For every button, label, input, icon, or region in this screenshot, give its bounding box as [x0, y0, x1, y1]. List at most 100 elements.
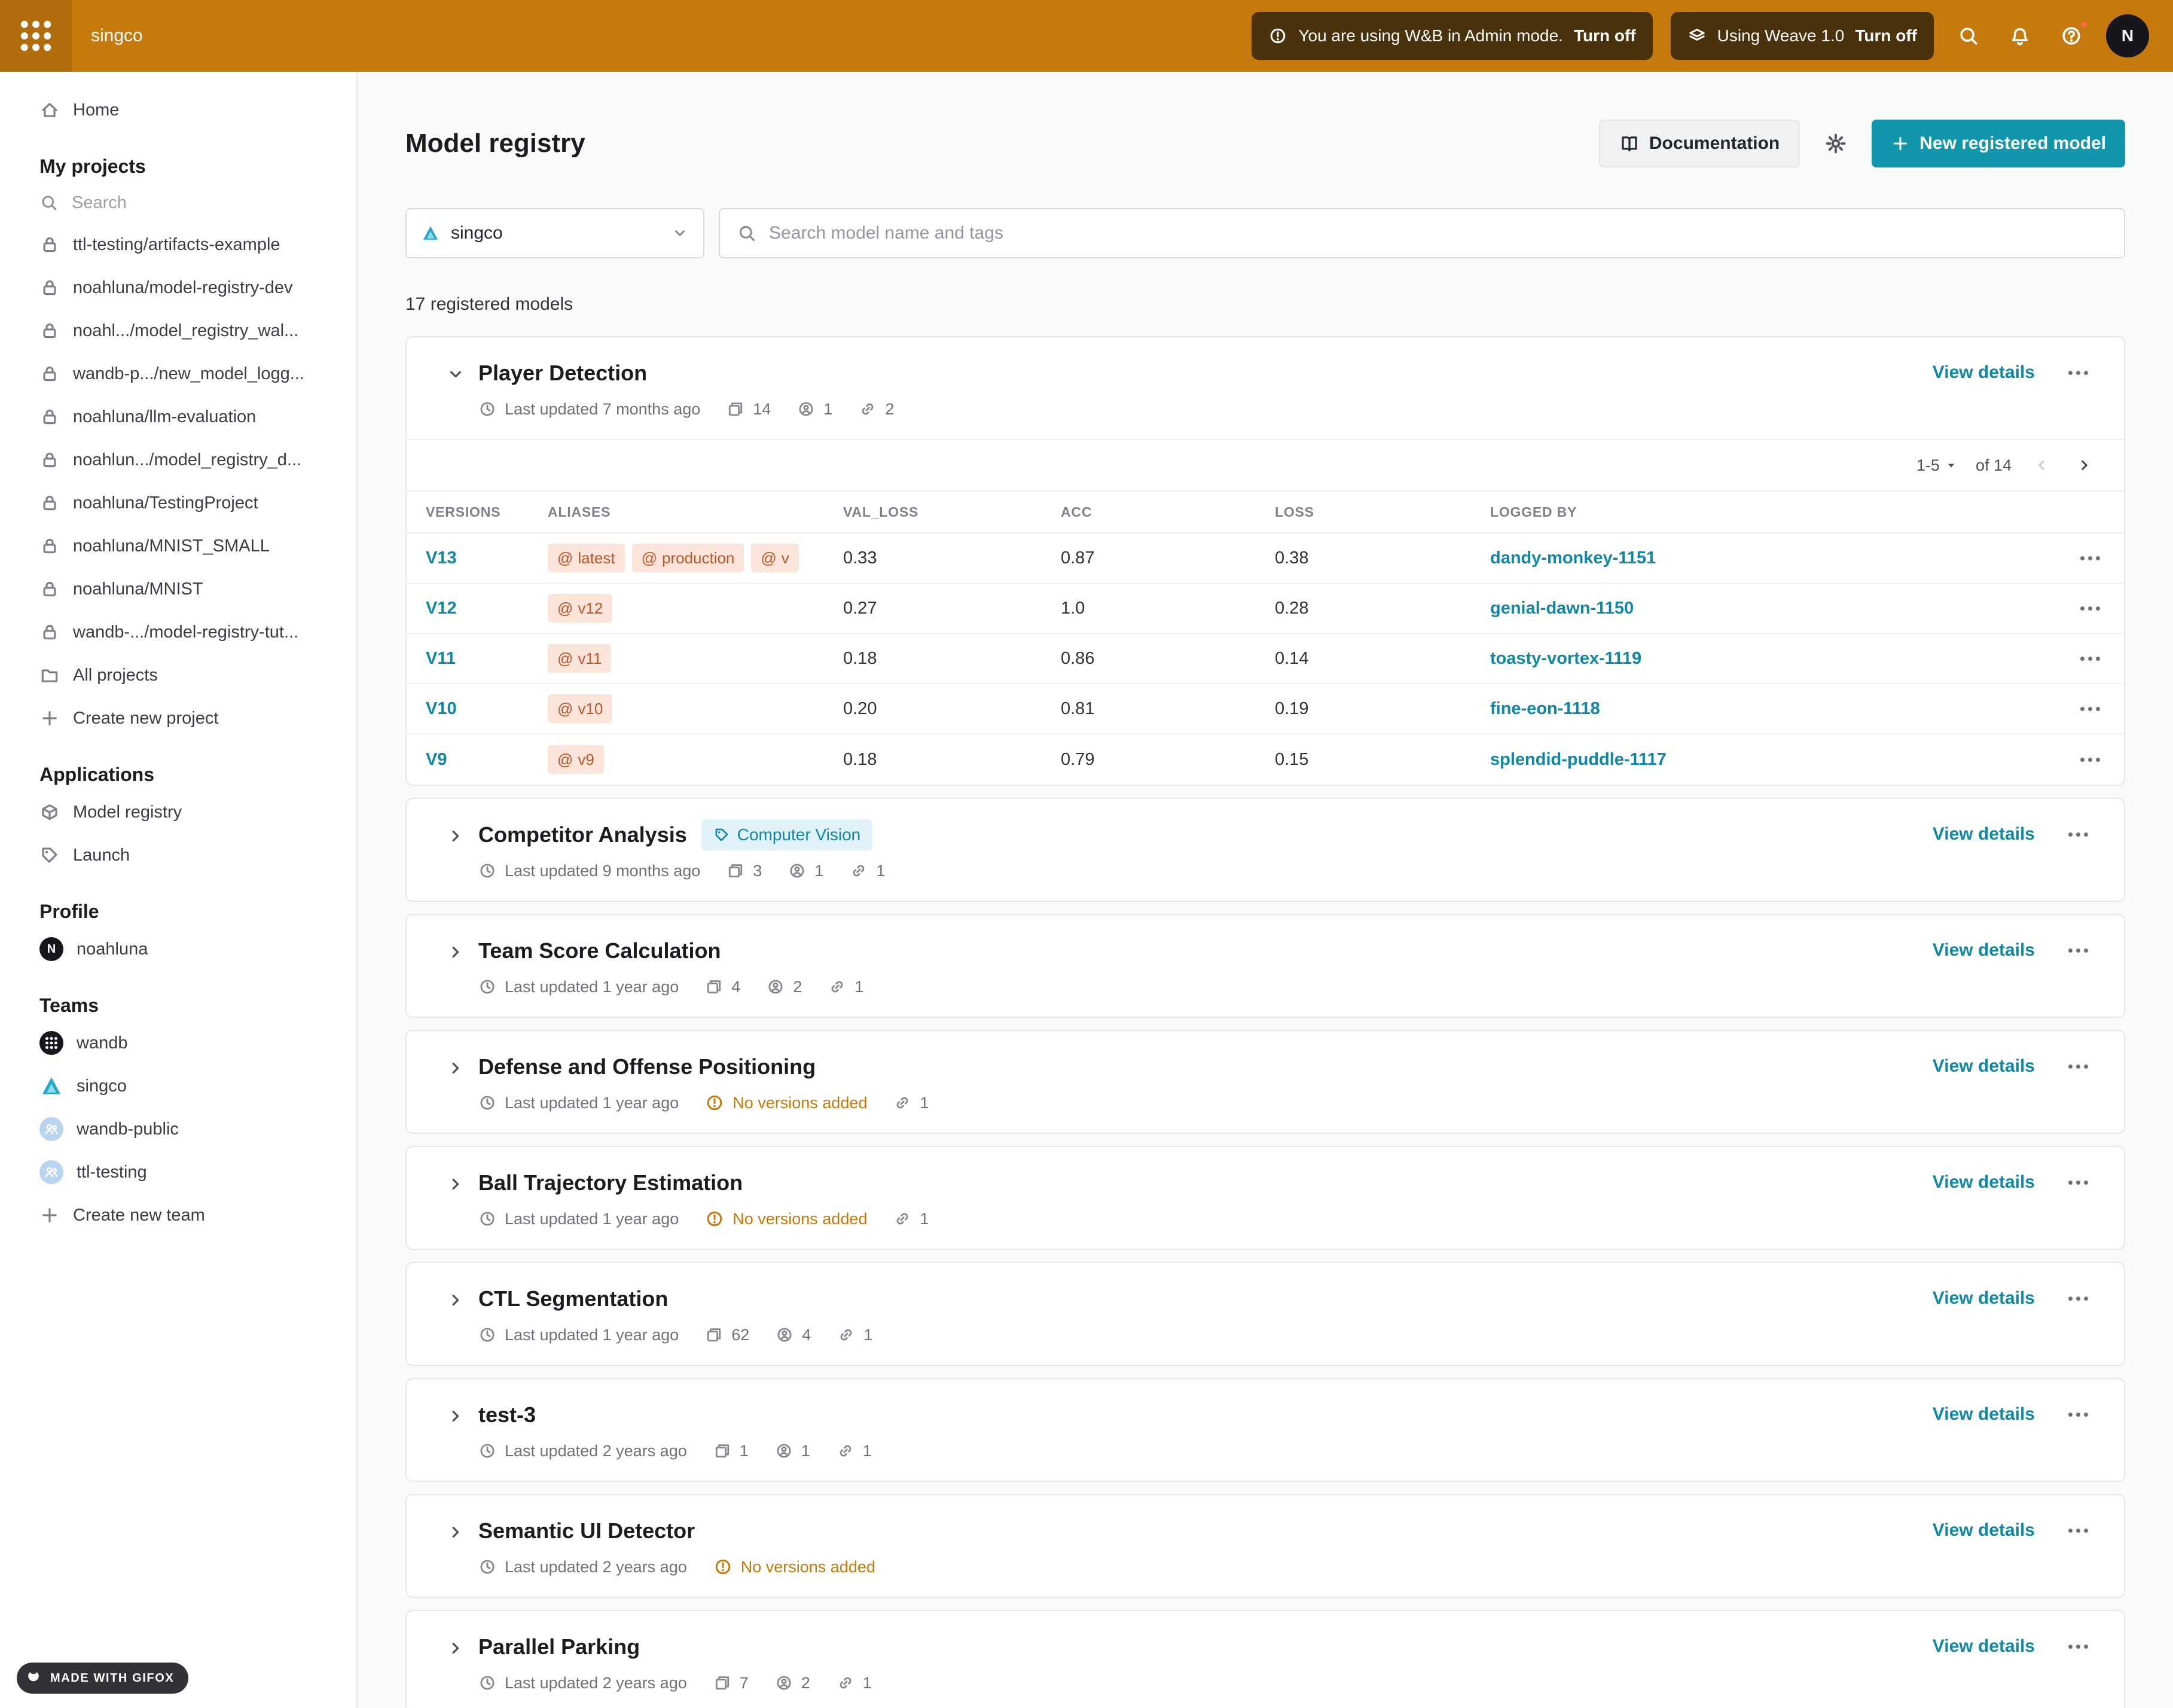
row-menu-button[interactable]: [2076, 652, 2105, 666]
sidebar-project-item[interactable]: noahluna/llm-evaluation: [0, 395, 356, 438]
version-link[interactable]: V12: [426, 599, 548, 618]
entity-select[interactable]: singco: [405, 208, 704, 258]
model-title[interactable]: Parallel Parking: [478, 1634, 640, 1660]
expand-button[interactable]: [442, 1402, 469, 1431]
sidebar-item-model-registry[interactable]: Model registry: [0, 791, 356, 834]
sidebar-item-create-team[interactable]: Create new team: [0, 1194, 356, 1237]
model-title[interactable]: test-3: [478, 1402, 536, 1428]
next-page-button[interactable]: [2071, 452, 2098, 478]
alias-chip[interactable]: @v11: [548, 644, 611, 673]
overflow-menu-button[interactable]: [2064, 1292, 2093, 1306]
gifox-badge[interactable]: MADE WITH GIFOX: [17, 1663, 188, 1694]
model-title[interactable]: Team Score Calculation: [478, 938, 721, 963]
row-menu-button[interactable]: [2076, 753, 2105, 767]
view-details-link[interactable]: View details: [1933, 362, 2035, 383]
overflow-menu-button[interactable]: [2064, 366, 2093, 380]
view-details-link[interactable]: View details: [1933, 1172, 2035, 1192]
sidebar-project-item[interactable]: wandb-.../model-registry-tut...: [0, 611, 356, 654]
prev-page-button[interactable]: [2028, 452, 2055, 478]
model-title[interactable]: Semantic UI Detector: [478, 1518, 695, 1544]
model-tag[interactable]: Computer Vision: [701, 819, 872, 850]
alias-chip[interactable]: @production: [632, 544, 744, 572]
page-range-select[interactable]: 1-5: [1916, 456, 1959, 475]
help-button[interactable]: [2055, 19, 2088, 53]
expand-button[interactable]: [442, 938, 469, 966]
sidebar-team-item[interactable]: singco: [0, 1065, 356, 1108]
sidebar-project-item[interactable]: noahluna/TestingProject: [0, 481, 356, 524]
overflow-menu-button[interactable]: [2064, 1640, 2093, 1654]
sidebar-item-profile[interactable]: N noahluna: [0, 928, 356, 971]
weave-turn-off-button[interactable]: Turn off: [1855, 26, 1917, 45]
expand-button[interactable]: [442, 1286, 469, 1314]
model-title[interactable]: Defense and Offense Positioning: [478, 1054, 816, 1079]
view-details-link[interactable]: View details: [1933, 940, 2035, 960]
overflow-menu-button[interactable]: [2064, 944, 2093, 957]
warning-icon: [1268, 26, 1287, 45]
model-title[interactable]: CTL Segmentation: [478, 1286, 668, 1312]
view-details-link[interactable]: View details: [1933, 1056, 2035, 1076]
overflow-menu-button[interactable]: [2064, 1176, 2093, 1190]
user-avatar[interactable]: N: [2106, 14, 2149, 57]
version-link[interactable]: V10: [426, 699, 548, 719]
row-menu-button[interactable]: [2076, 702, 2105, 716]
logged-by-link[interactable]: toasty-vortex-1119: [1490, 649, 2038, 669]
overflow-menu-button[interactable]: [2064, 828, 2093, 841]
version-link[interactable]: V11: [426, 649, 548, 669]
collapse-button[interactable]: [442, 360, 469, 389]
overflow-menu-button[interactable]: [2064, 1060, 2093, 1073]
view-details-link[interactable]: View details: [1933, 1404, 2035, 1425]
expand-button[interactable]: [442, 1170, 469, 1198]
sidebar-project-item[interactable]: wandb-p.../new_model_logg...: [0, 352, 356, 395]
expand-button[interactable]: [442, 1634, 469, 1663]
search-button[interactable]: [1952, 19, 1985, 53]
topbar-team-name[interactable]: singco: [91, 26, 143, 46]
model-title[interactable]: Competitor Analysis: [478, 822, 687, 847]
sidebar-team-item[interactable]: wandb-public: [0, 1108, 356, 1151]
sidebar-project-item[interactable]: ttl-testing/artifacts-example: [0, 223, 356, 266]
new-registered-model-button[interactable]: New registered model: [1872, 120, 2125, 167]
sidebar-item-create-project[interactable]: Create new project: [0, 697, 356, 740]
logged-by-link[interactable]: splendid-puddle-1117: [1490, 750, 2038, 770]
logged-by-link[interactable]: fine-eon-1118: [1490, 699, 2038, 719]
alias-chip[interactable]: @v: [751, 544, 798, 572]
sidebar-project-item[interactable]: noahl.../model_registry_wal...: [0, 309, 356, 352]
model-title[interactable]: Ball Trajectory Estimation: [478, 1170, 743, 1195]
sidebar-project-item[interactable]: noahlun.../model_registry_d...: [0, 438, 356, 481]
version-link[interactable]: V13: [426, 548, 548, 568]
alias-chip[interactable]: @latest: [548, 544, 625, 572]
expand-button[interactable]: [442, 1518, 469, 1547]
expand-button[interactable]: [442, 822, 469, 850]
alias-chip[interactable]: @v12: [548, 594, 612, 623]
row-menu-button[interactable]: [2076, 602, 2105, 615]
settings-button[interactable]: [1812, 120, 1860, 167]
model-search-input[interactable]: [769, 223, 2107, 243]
sidebar-project-item[interactable]: noahluna/model-registry-dev: [0, 266, 356, 309]
row-menu-button[interactable]: [2076, 551, 2105, 565]
expand-button[interactable]: [442, 1054, 469, 1082]
alias-chip[interactable]: @v10: [548, 694, 612, 723]
alias-chip[interactable]: @v9: [548, 745, 604, 774]
sidebar-team-item[interactable]: ttl-testing: [0, 1151, 356, 1194]
sidebar-team-item[interactable]: wandb: [0, 1021, 356, 1065]
wandb-logo[interactable]: [0, 0, 72, 72]
model-title[interactable]: Player Detection: [478, 361, 647, 386]
overflow-menu-button[interactable]: [2064, 1408, 2093, 1422]
notifications-button[interactable]: [2003, 19, 2037, 53]
logged-by-link[interactable]: genial-dawn-1150: [1490, 599, 2038, 618]
admin-turn-off-button[interactable]: Turn off: [1574, 26, 1636, 45]
view-details-link[interactable]: View details: [1933, 1520, 2035, 1541]
sidebar-item-launch[interactable]: Launch: [0, 834, 356, 877]
version-link[interactable]: V9: [426, 750, 548, 770]
gifox-icon: [25, 1670, 42, 1686]
sidebar-project-item[interactable]: noahluna/MNIST: [0, 568, 356, 611]
view-details-link[interactable]: View details: [1933, 824, 2035, 844]
sidebar-item-all-projects[interactable]: All projects: [0, 654, 356, 697]
sidebar-search-input[interactable]: [72, 193, 275, 213]
sidebar-project-item[interactable]: noahluna/MNIST_SMALL: [0, 524, 356, 568]
documentation-button[interactable]: Documentation: [1599, 120, 1800, 167]
view-details-link[interactable]: View details: [1933, 1288, 2035, 1309]
overflow-menu-button[interactable]: [2064, 1524, 2093, 1538]
view-details-link[interactable]: View details: [1933, 1636, 2035, 1657]
sidebar-item-home[interactable]: Home: [0, 89, 356, 132]
logged-by-link[interactable]: dandy-monkey-1151: [1490, 548, 2038, 568]
